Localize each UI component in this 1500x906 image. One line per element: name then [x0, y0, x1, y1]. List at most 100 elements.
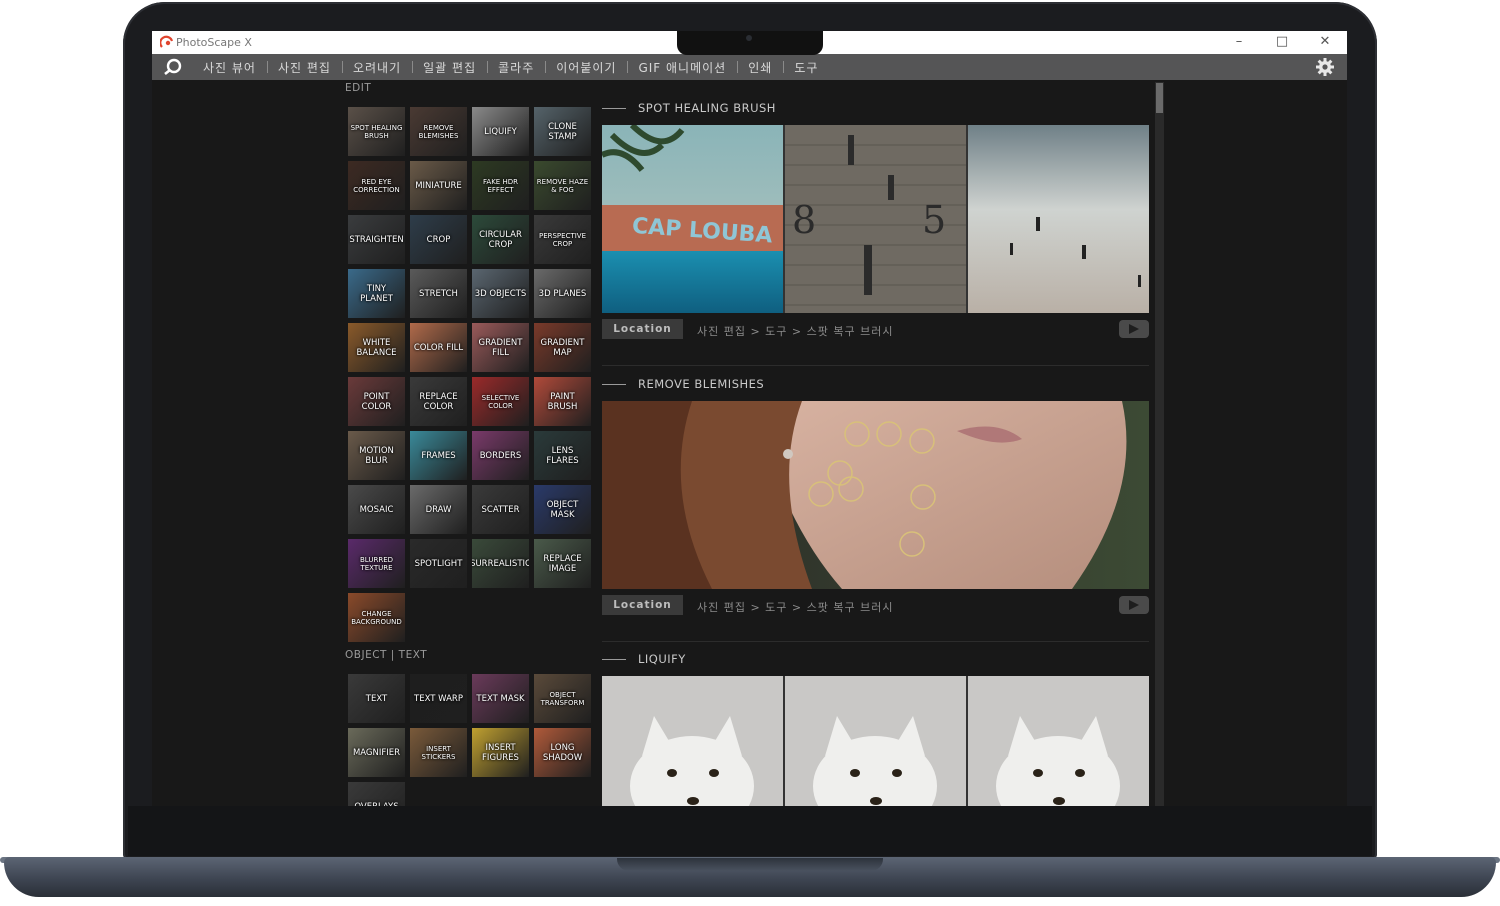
tool-tile-label: MINIATURE — [415, 180, 462, 191]
menu-item[interactable]: GIF 애니메이션 — [627, 59, 737, 76]
laptop-groove — [617, 858, 883, 871]
tool-tile[interactable]: POINT COLOR — [348, 377, 405, 426]
menu-item[interactable]: 콜라주 — [487, 59, 545, 76]
tool-tile-label: OBJECT TRANSFORM — [540, 690, 585, 707]
tool-tile[interactable]: FRAMES — [410, 431, 467, 480]
tool-tile-label: MOTION BLUR — [359, 445, 394, 466]
tool-tile[interactable]: MOTION BLUR — [348, 431, 405, 480]
menu-item[interactable]: 일괄 편집 — [412, 59, 487, 76]
tool-tile[interactable]: BORDERS — [472, 431, 529, 480]
app-window: PhotoScape X – □ ✕ 사진 뷰어 사진 편집 오려내기 일괄 편집 콜라… — [152, 31, 1347, 806]
tool-tile[interactable]: SURREALISTIC — [472, 539, 529, 588]
tool-tile-label: CLONE STAMP — [548, 121, 577, 142]
divider — [602, 365, 1149, 366]
tool-tile[interactable]: OBJECT TRANSFORM — [534, 674, 591, 723]
maximize-button[interactable]: □ — [1272, 33, 1292, 51]
tool-tile[interactable]: DRAW — [410, 485, 467, 534]
tool-tile[interactable]: MAGNIFIER — [348, 728, 405, 777]
tool-tile-label: REPLACE COLOR — [419, 391, 458, 412]
tool-tile[interactable]: REMOVE BLEMISHES — [410, 107, 467, 156]
tool-tile-label: BLURRED TEXTURE — [359, 555, 394, 572]
location-bar-2: Location 사진 편집 > 도구 > 스팟 복구 브러시 — [602, 595, 1149, 615]
liquify-images — [602, 676, 1149, 806]
main-menu: 사진 뷰어 사진 편집 오려내기 일괄 편집 콜라주 이어붙이기 GIF 애니메이션 인쇄 도구 — [192, 54, 829, 80]
photoscape-logo-icon — [160, 35, 174, 48]
menu-item[interactable]: 사진 편집 — [266, 59, 342, 76]
menu-item[interactable]: 사진 뷰어 — [192, 59, 267, 76]
tool-tile[interactable]: STRETCH — [410, 269, 467, 318]
tool-tile[interactable]: PERSPECTIVE CROP — [534, 215, 591, 264]
tool-tile[interactable]: LENS FLARES — [534, 431, 591, 480]
location-path: 사진 편집 > 도구 > 스팟 복구 브러시 — [697, 601, 894, 614]
tool-tile[interactable]: MINIATURE — [410, 161, 467, 210]
remove-blemishes-image — [602, 401, 1149, 589]
tool-tile[interactable]: SPOT HEALING BRUSH — [348, 107, 405, 156]
tool-tile[interactable]: SCATTER — [472, 485, 529, 534]
tool-tile[interactable]: OBJECT MASK — [534, 485, 591, 534]
tool-tile-label: RED EYE CORRECTION — [353, 177, 400, 194]
tool-tile[interactable]: TEXT MASK — [472, 674, 529, 723]
tool-tile-label: OVERLAYS — [354, 802, 398, 807]
tool-tile[interactable]: COLOR FILL — [410, 323, 467, 372]
tool-tile[interactable]: 3D PLANES — [534, 269, 591, 318]
tool-tile[interactable]: GRADIENT FILL — [472, 323, 529, 372]
tool-tile[interactable]: CLONE STAMP — [534, 107, 591, 156]
tool-tile[interactable]: BLURRED TEXTURE — [348, 539, 405, 588]
tool-tile[interactable]: TEXT WARP — [410, 674, 467, 723]
scrollbar-thumb[interactable] — [1156, 83, 1163, 113]
tool-tile-label: LIQUIFY — [484, 126, 517, 137]
menu-item[interactable]: 인쇄 — [737, 59, 783, 76]
tool-tile[interactable]: GRADIENT MAP — [534, 323, 591, 372]
feature-title-text: REMOVE BLEMISHES — [638, 377, 765, 391]
tool-tile[interactable]: INSERT FIGURES — [472, 728, 529, 777]
tool-tile[interactable]: SPOTLIGHT — [410, 539, 467, 588]
menu-bar: 사진 뷰어 사진 편집 오려내기 일괄 편집 콜라주 이어붙이기 GIF 애니메이션 인쇄 도구 — [152, 54, 1347, 80]
tool-tile[interactable]: FAKE HDR EFFECT — [472, 161, 529, 210]
spot-healing-images: CAP LOUBA 8 5 — [602, 125, 1149, 313]
minimize-button[interactable]: – — [1229, 33, 1249, 51]
tool-tile-label: LONG SHADOW — [542, 742, 583, 763]
tool-tile-label: TEXT WARP — [414, 693, 463, 704]
tool-tile[interactable]: TINY PLANET — [348, 269, 405, 318]
gear-icon[interactable] — [1315, 57, 1335, 77]
tool-tile-label: SELECTIVE COLOR — [481, 393, 520, 410]
location-bar-1: Location 사진 편집 > 도구 > 스팟 복구 브러시 — [602, 319, 1149, 339]
tool-tile-label: TEXT — [365, 693, 388, 704]
tool-tile[interactable]: SELECTIVE COLOR — [472, 377, 529, 426]
tool-tile[interactable]: TEXT — [348, 674, 405, 723]
tool-tile[interactable]: RED EYE CORRECTION — [348, 161, 405, 210]
tool-tile[interactable]: MOSAIC — [348, 485, 405, 534]
tool-tile[interactable]: CIRCULAR CROP — [472, 215, 529, 264]
tool-tile[interactable]: STRAIGHTEN — [348, 215, 405, 264]
tool-tile-label: WHITE BALANCE — [356, 337, 397, 358]
tool-tile-label: TEXT MASK — [476, 693, 525, 704]
location-path: 사진 편집 > 도구 > 스팟 복구 브러시 — [697, 325, 894, 338]
vertical-scrollbar[interactable] — [1155, 82, 1164, 806]
tool-tile[interactable]: CROP — [410, 215, 467, 264]
menu-item[interactable]: 오려내기 — [341, 59, 412, 76]
tool-tile[interactable]: 3D OBJECTS — [472, 269, 529, 318]
tool-tile-label: SCATTER — [481, 504, 520, 515]
tool-tile-label: SURREALISTIC — [472, 558, 529, 569]
camera-icon — [746, 35, 752, 41]
tool-tile[interactable]: REPLACE COLOR — [410, 377, 467, 426]
play-video-button[interactable] — [1119, 320, 1149, 338]
play-video-button[interactable] — [1119, 596, 1149, 614]
tool-tile[interactable]: PAINT BRUSH — [534, 377, 591, 426]
tool-tile[interactable]: CHANGE BACKGROUND — [348, 593, 405, 642]
home-logo-icon[interactable] — [163, 58, 183, 76]
tool-tile[interactable]: REMOVE HAZE & FOG — [534, 161, 591, 210]
feature-title-text: SPOT HEALING BRUSH — [638, 101, 776, 115]
tool-tile[interactable]: REPLACE IMAGE — [534, 539, 591, 588]
tool-tile[interactable]: LONG SHADOW — [534, 728, 591, 777]
tool-tile-label: REMOVE HAZE & FOG — [536, 177, 589, 194]
tool-tile[interactable]: WHITE BALANCE — [348, 323, 405, 372]
tool-tile[interactable]: LIQUIFY — [472, 107, 529, 156]
tool-tile-label: 3D PLANES — [538, 288, 587, 299]
tool-tile[interactable]: INSERT STICKERS — [410, 728, 467, 777]
close-button[interactable]: ✕ — [1315, 33, 1335, 51]
tool-tile[interactable]: OVERLAYS — [348, 782, 405, 806]
location-label: Location — [602, 595, 683, 615]
menu-item[interactable]: 이어붙이기 — [545, 59, 627, 76]
menu-item[interactable]: 도구 — [783, 59, 829, 76]
